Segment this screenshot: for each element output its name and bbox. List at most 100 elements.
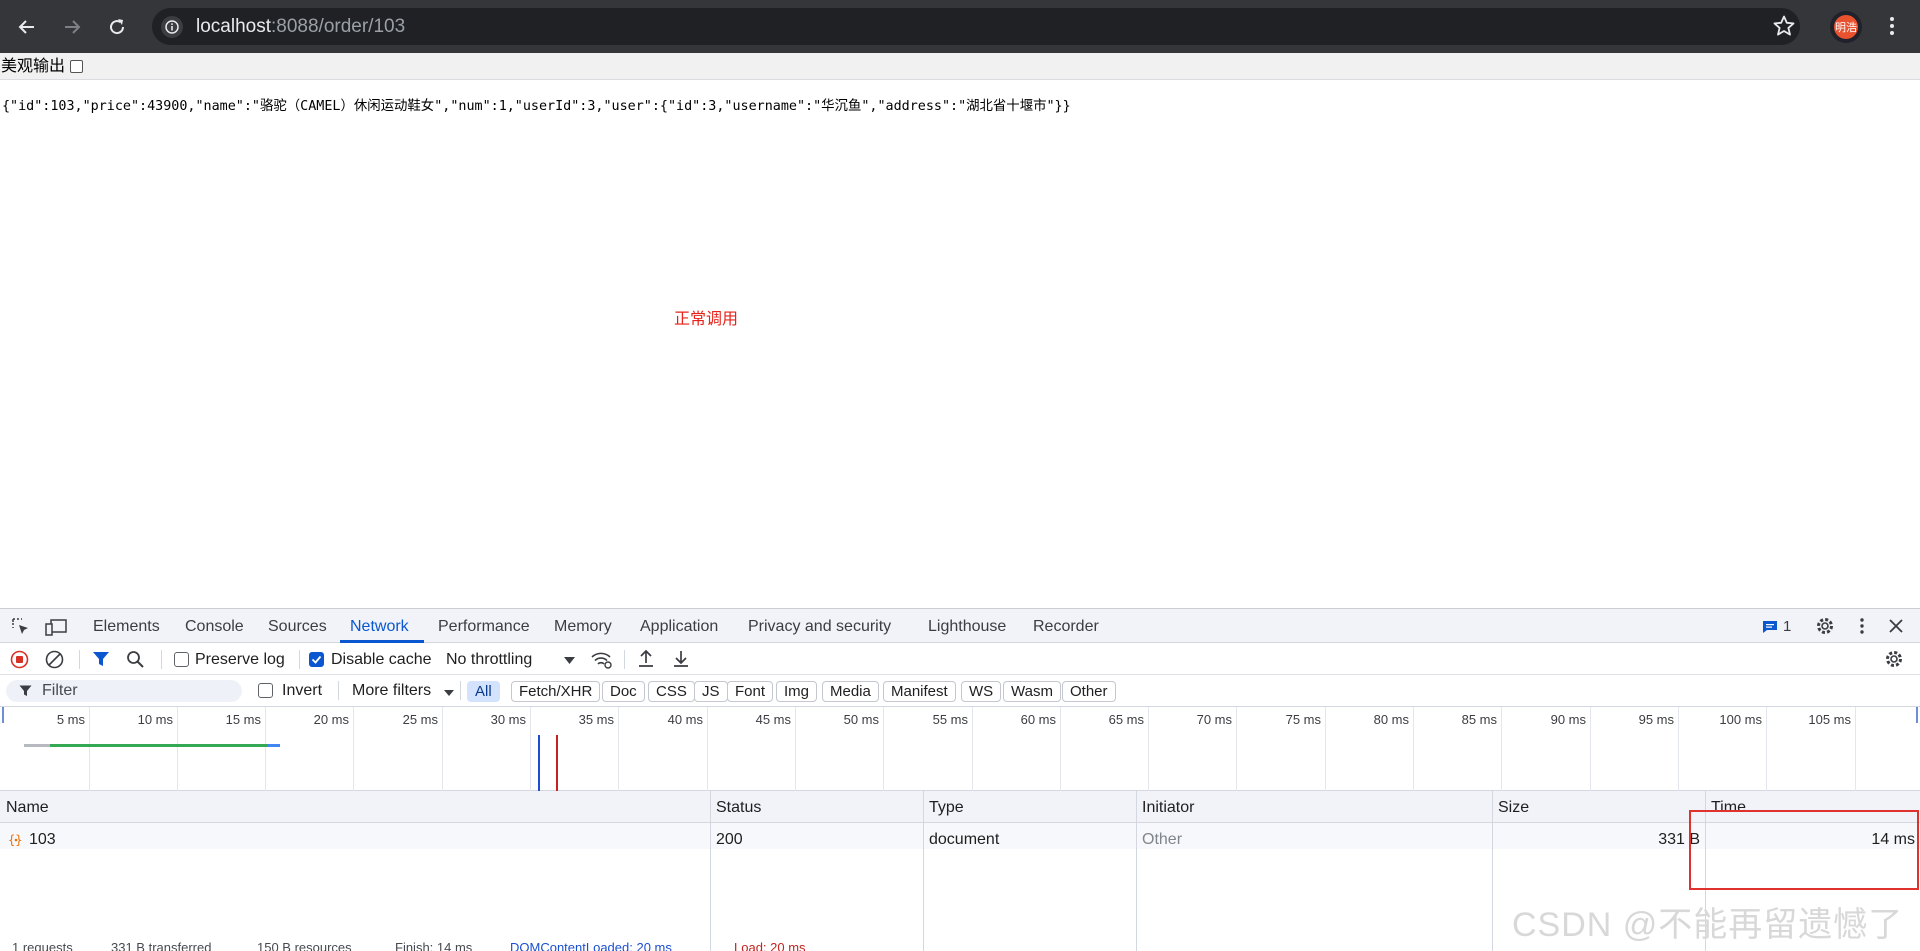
invert-checkbox[interactable]: [258, 683, 273, 698]
preserve-log-checkbox[interactable]: [174, 652, 189, 667]
timeline-gridline: [618, 707, 619, 791]
tab-network[interactable]: Network: [350, 618, 409, 636]
column-header-initiator[interactable]: Initiator: [1142, 799, 1194, 817]
timeline-gridline: [972, 707, 973, 791]
invert-label: Invert: [282, 682, 323, 699]
type-filter-manifest[interactable]: Manifest: [883, 681, 956, 702]
request-name[interactable]: 103: [29, 831, 56, 849]
timeline-tick-label: 20 ms: [313, 712, 349, 727]
tab-lighthouse[interactable]: Lighthouse: [928, 618, 1006, 636]
timeline-tick-label: 40 ms: [667, 712, 703, 727]
column-divider[interactable]: [923, 791, 924, 951]
timeline-gridline: [89, 707, 90, 791]
timeline-gridline: [1855, 707, 1856, 791]
more-filters-button[interactable]: More filters: [352, 682, 431, 700]
timeline-tick-label: 100 ms: [1719, 712, 1762, 727]
kebab-menu-icon[interactable]: [1880, 14, 1904, 38]
throttling-select[interactable]: No throttling: [446, 651, 532, 669]
filter-funnel-icon[interactable]: [92, 651, 110, 668]
address-bar[interactable]: localhost:8088/order/103: [152, 8, 1800, 45]
star-icon[interactable]: [1772, 14, 1796, 38]
tab-privacy-security[interactable]: Privacy and security: [748, 618, 891, 636]
avatar-text: 明浩: [1834, 15, 1858, 39]
tab-performance[interactable]: Performance: [438, 618, 530, 636]
request-queue-bar: [24, 744, 50, 747]
column-header-status[interactable]: Status: [716, 799, 761, 817]
dropdown-arrow-icon[interactable]: [564, 657, 575, 664]
url-text[interactable]: localhost:8088/order/103: [196, 17, 405, 37]
type-filter-other[interactable]: Other: [1062, 681, 1116, 702]
type-filter-js[interactable]: JS: [694, 681, 728, 702]
type-filter-doc[interactable]: Doc: [602, 681, 645, 702]
network-conditions-icon[interactable]: [590, 650, 612, 669]
info-icon[interactable]: [161, 16, 183, 38]
timeline-tick-label: 95 ms: [1638, 712, 1674, 727]
tab-recorder[interactable]: Recorder: [1033, 618, 1099, 636]
column-divider[interactable]: [1136, 791, 1137, 951]
network-overview-timeline[interactable]: 5 ms 10 ms 15 ms 20 ms 25 ms 30 ms 35 ms 40 ms 4…: [0, 707, 1920, 791]
timeline-gridline: [1501, 707, 1502, 791]
watermark: CSDN @不能再留遗憾了: [1512, 906, 1904, 944]
type-filter-fetch-xhr[interactable]: Fetch/XHR: [511, 681, 601, 702]
column-header-size[interactable]: Size: [1498, 799, 1529, 817]
settings-gear-icon[interactable]: [1815, 616, 1835, 636]
reload-icon[interactable]: [101, 11, 133, 43]
timeline-gridline: [265, 707, 266, 791]
column-divider[interactable]: [1492, 791, 1493, 951]
type-filter-wasm[interactable]: Wasm: [1003, 681, 1061, 702]
tab-memory[interactable]: Memory: [554, 618, 612, 636]
devtools-menu-icon[interactable]: [1852, 616, 1872, 636]
dropdown-arrow-icon[interactable]: [444, 690, 454, 696]
export-har-icon[interactable]: [672, 649, 690, 668]
back-arrow-icon[interactable]: [11, 11, 43, 43]
timeline-gridline: [1590, 707, 1591, 791]
timeline-tick-label: 15 ms: [225, 712, 261, 727]
avatar[interactable]: 明浩: [1830, 11, 1862, 43]
column-header-type[interactable]: Type: [929, 799, 964, 817]
toolbar-divider: [161, 650, 162, 669]
type-filter-all[interactable]: All: [467, 681, 500, 702]
close-icon[interactable]: [1886, 616, 1906, 636]
tab-sources[interactable]: Sources: [268, 618, 327, 636]
clear-icon[interactable]: [45, 650, 64, 669]
timeline-tick-label: 10 ms: [137, 712, 173, 727]
message-icon: [1762, 620, 1778, 634]
record-stop-icon[interactable]: [10, 650, 29, 669]
disable-cache-checkbox[interactable]: [309, 652, 324, 667]
search-icon[interactable]: [126, 650, 145, 669]
device-toolbar-icon[interactable]: [45, 617, 67, 637]
request-download-bar: [268, 744, 280, 747]
filter-input[interactable]: Filter: [6, 680, 242, 702]
browser-toolbar: localhost:8088/order/103 明浩: [0, 0, 1920, 53]
pretty-print-checkbox[interactable]: [70, 60, 83, 73]
forward-arrow-icon[interactable]: [56, 11, 88, 43]
annotation-note: 正常调用: [674, 311, 739, 328]
overview-left-handle[interactable]: [2, 707, 4, 723]
issues-counter[interactable]: 1: [1762, 618, 1791, 635]
tab-elements[interactable]: Elements: [93, 618, 160, 636]
network-settings-gear-icon[interactable]: [1884, 649, 1904, 669]
tab-console[interactable]: Console: [185, 618, 244, 636]
type-filter-img[interactable]: Img: [776, 681, 818, 702]
type-filter-ws[interactable]: WS: [961, 681, 1002, 702]
timeline-tick-label: 35 ms: [578, 712, 614, 727]
timeline-tick-label: 75 ms: [1285, 712, 1321, 727]
pretty-print-bar: 美观输出: [0, 53, 1920, 80]
toolbar-divider: [460, 681, 461, 700]
timeline-gridline: [1413, 707, 1414, 791]
timeline-gridline: [530, 707, 531, 791]
request-type: document: [929, 831, 1000, 848]
toolbar-divider: [338, 681, 339, 700]
tab-application[interactable]: Application: [640, 618, 718, 636]
column-header-name[interactable]: Name: [6, 799, 49, 817]
inspect-element-icon[interactable]: [11, 617, 31, 637]
type-filter-css[interactable]: CSS: [648, 681, 695, 702]
import-har-icon[interactable]: [637, 649, 655, 668]
timeline-tick-label: 25 ms: [402, 712, 438, 727]
column-divider[interactable]: [710, 791, 711, 951]
type-filter-font[interactable]: Font: [727, 681, 774, 702]
type-filter-media[interactable]: Media: [822, 681, 879, 702]
issues-count: 1: [1783, 618, 1792, 635]
overview-right-handle[interactable]: [1916, 707, 1918, 723]
timeline-gridline: [1060, 707, 1061, 791]
